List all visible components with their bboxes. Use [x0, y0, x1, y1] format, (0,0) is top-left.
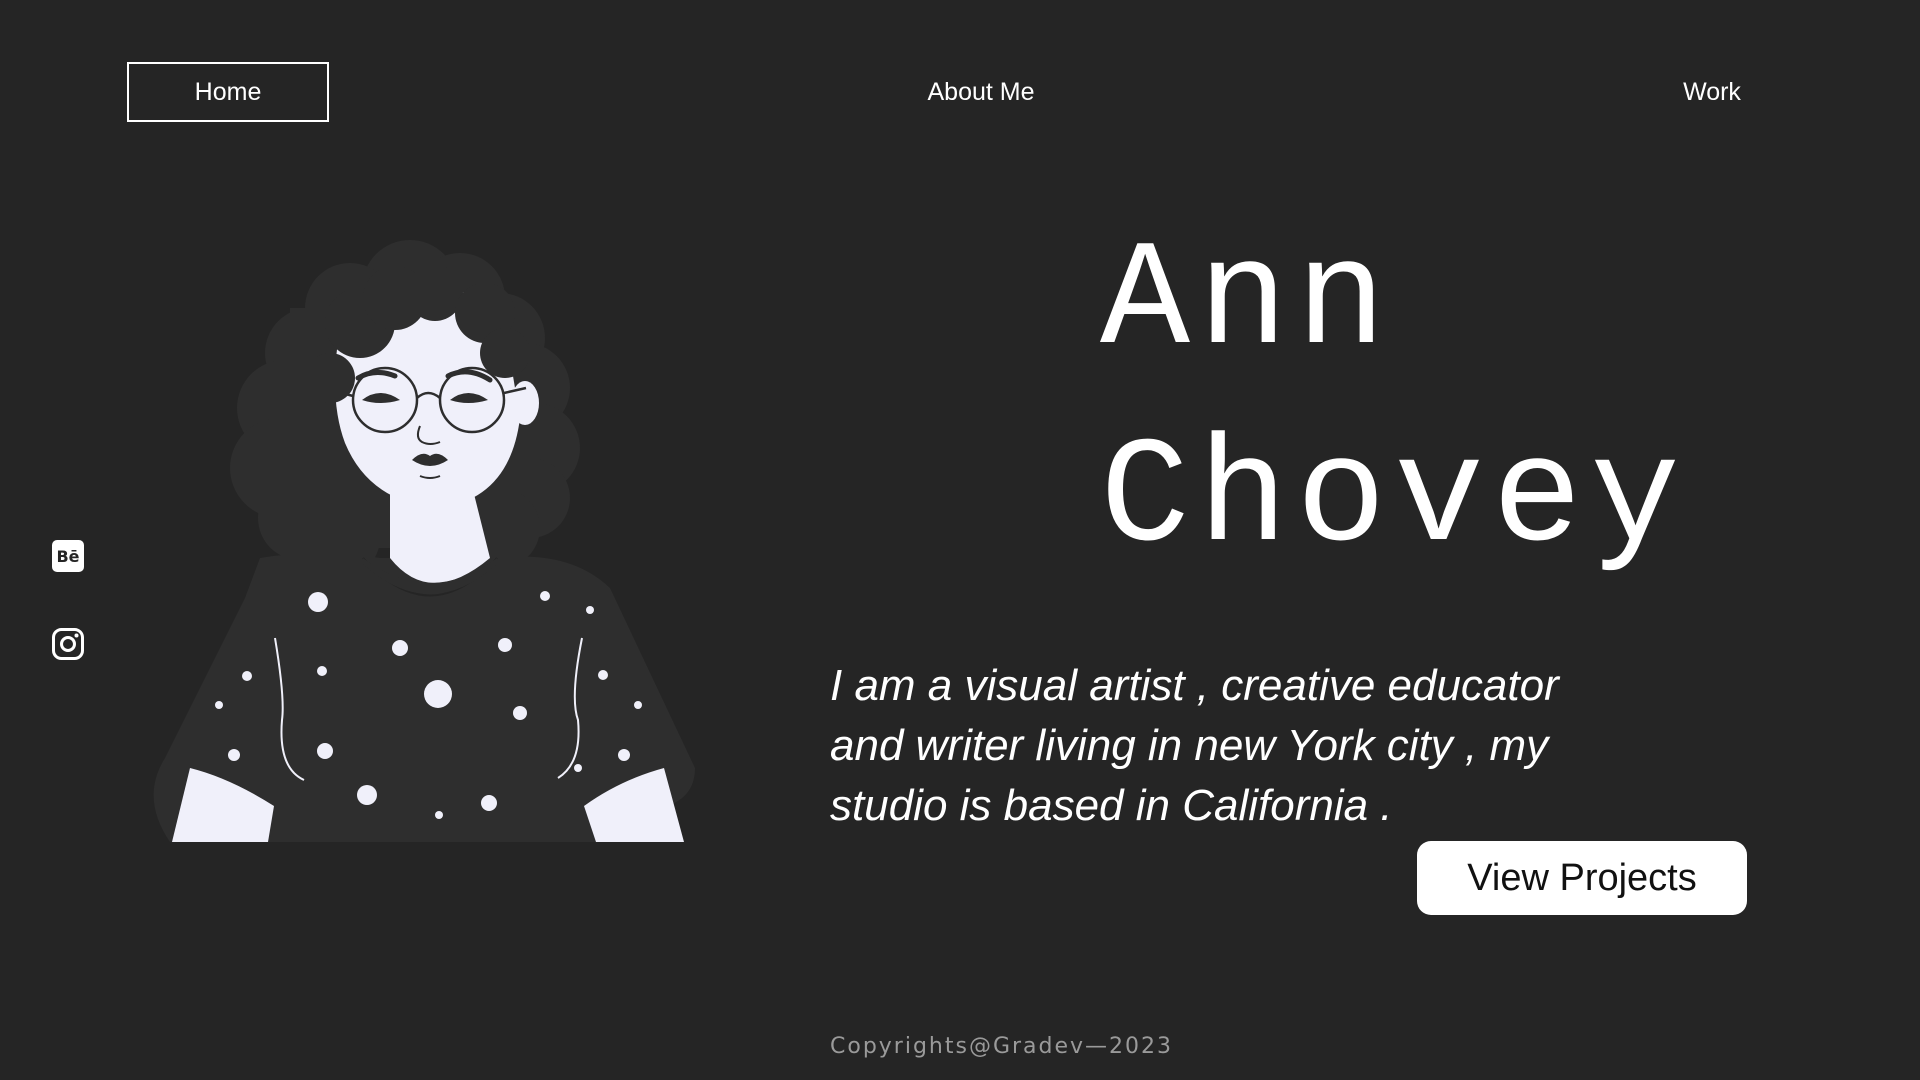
- hero-bio: I am a visual artist , creative educator…: [830, 661, 1559, 830]
- hero-first-name: Ann: [1100, 218, 1395, 388]
- nav-home-link[interactable]: Home: [127, 62, 329, 122]
- instagram-link[interactable]: [51, 627, 85, 661]
- footer-copyright: Copyrights@Gradev—2023: [830, 1034, 1174, 1059]
- behance-link[interactable]: Bē: [51, 539, 85, 573]
- nav-work-link[interactable]: Work: [1612, 62, 1812, 122]
- hero-last-name: Chovey: [1100, 415, 1689, 585]
- nav-about-link[interactable]: About Me: [880, 62, 1082, 122]
- portrait-illustration: [153, 240, 696, 842]
- instagram-icon: [52, 628, 84, 660]
- view-projects-button[interactable]: View Projects: [1417, 841, 1747, 915]
- svg-text:Bē: Bē: [56, 547, 79, 566]
- behance-icon: Bē: [52, 540, 84, 572]
- page: Home About Me Work Bē Ann Chovey I am a …: [0, 0, 1920, 1080]
